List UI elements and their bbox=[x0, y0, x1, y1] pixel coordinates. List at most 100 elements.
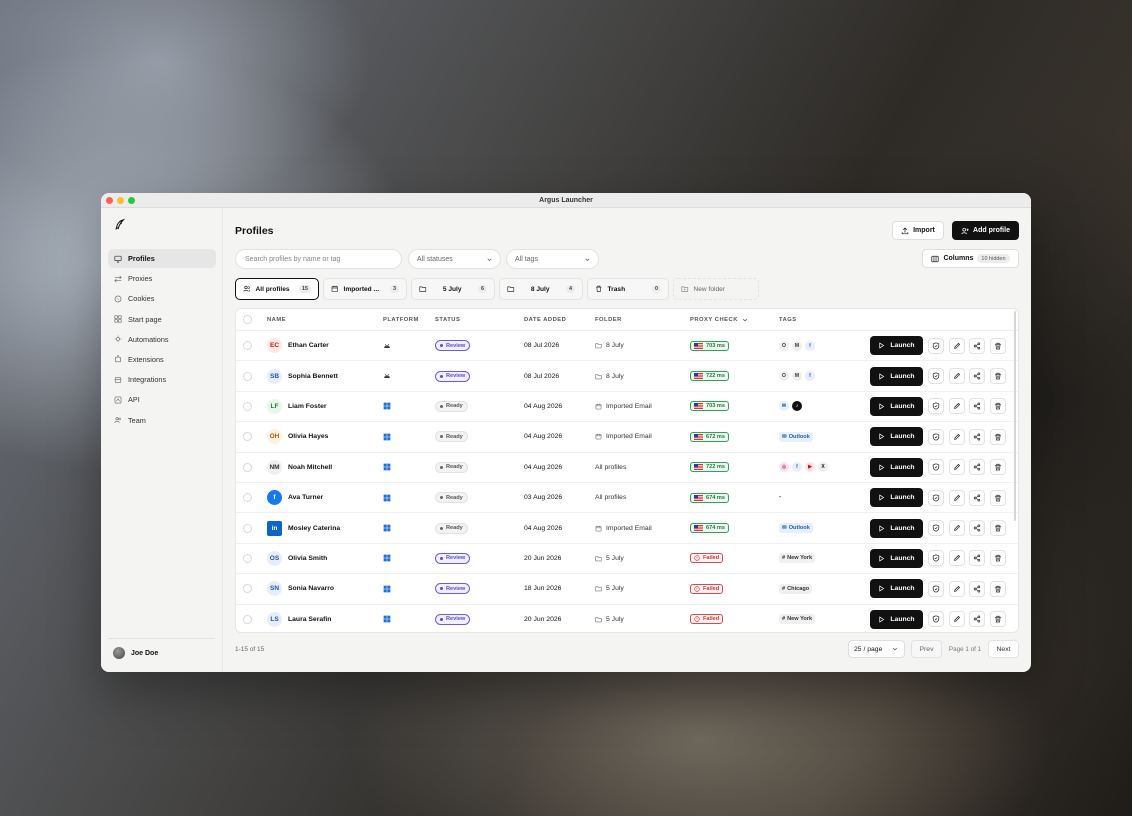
search-input[interactable]: Search profiles by name or tag bbox=[235, 249, 402, 269]
sidebar-item-automations[interactable]: Automations bbox=[108, 330, 216, 349]
table-row[interactable]: f Ava Turner Ready 03 Aug 2026 All profiles 6… bbox=[236, 483, 1018, 514]
close-window-button[interactable] bbox=[106, 197, 113, 204]
row-checkbox[interactable] bbox=[243, 544, 252, 573]
sidebar-item-proxies[interactable]: Proxies bbox=[108, 269, 216, 288]
add-profile-button[interactable]: Add profile bbox=[952, 221, 1019, 240]
folder-tab-all-profiles[interactable]: All profiles 15 bbox=[235, 278, 319, 300]
launch-button[interactable]: Launch bbox=[870, 366, 923, 386]
column-header-proxy[interactable]: PROXY CHECK bbox=[690, 309, 748, 330]
table-row[interactable]: LS Laura Serafin Review 20 Jun 2026 5 July Fa… bbox=[236, 605, 1018, 632]
delete-button[interactable] bbox=[989, 428, 1006, 445]
column-header-platform[interactable]: PLATFORM bbox=[383, 309, 419, 330]
launch-button[interactable]: Launch bbox=[870, 488, 923, 508]
table-row[interactable]: NM Noah Mitchell Ready 04 Aug 2026 All profi… bbox=[236, 453, 1018, 483]
launch-button[interactable]: Launch bbox=[870, 518, 923, 538]
delete-button[interactable] bbox=[989, 337, 1006, 354]
profile-name-cell[interactable]: LS Laura Serafin bbox=[267, 605, 331, 632]
sidebar-item-team[interactable]: Team bbox=[108, 411, 216, 430]
launch-button[interactable]: Launch bbox=[870, 336, 923, 356]
edit-button[interactable] bbox=[948, 489, 965, 506]
delete-button[interactable] bbox=[989, 368, 1006, 385]
row-checkbox[interactable] bbox=[243, 574, 252, 603]
folder-tab-imported[interactable]: Imported ... 3 bbox=[323, 278, 407, 300]
edit-button[interactable] bbox=[948, 580, 965, 597]
share-button[interactable] bbox=[969, 337, 985, 354]
launch-button[interactable]: Launch bbox=[870, 457, 923, 477]
column-header-status[interactable]: STATUS bbox=[435, 309, 460, 330]
edit-button[interactable] bbox=[948, 337, 965, 354]
fingerprint-button[interactable] bbox=[928, 550, 944, 567]
row-checkbox[interactable] bbox=[243, 331, 252, 360]
profile-name-cell[interactable]: NM Noah Mitchell bbox=[267, 453, 332, 482]
profile-name-cell[interactable]: SB Sophia Bennett bbox=[267, 361, 338, 390]
share-button[interactable] bbox=[969, 428, 985, 445]
share-button[interactable] bbox=[969, 398, 985, 415]
profile-name-cell[interactable]: OH Olivia Hayes bbox=[267, 422, 328, 451]
delete-button[interactable] bbox=[989, 398, 1006, 415]
tags-filter-select[interactable]: All tags bbox=[506, 249, 599, 269]
edit-button[interactable] bbox=[948, 398, 965, 415]
edit-button[interactable] bbox=[948, 550, 965, 567]
delete-button[interactable] bbox=[989, 611, 1006, 628]
table-row[interactable]: EC Ethan Carter Review 08 Jul 2026 8 July 703… bbox=[236, 331, 1018, 362]
row-checkbox[interactable] bbox=[243, 605, 252, 632]
column-header-name[interactable]: NAME bbox=[267, 309, 286, 330]
sidebar-item-api[interactable]: API bbox=[108, 390, 216, 409]
profile-name-cell[interactable]: EC Ethan Carter bbox=[267, 331, 329, 360]
folder-tab-8-july[interactable]: 8 July 4 bbox=[499, 278, 583, 300]
select-all-checkbox[interactable] bbox=[243, 309, 252, 330]
fingerprint-button[interactable] bbox=[928, 368, 944, 385]
table-row[interactable]: OH Olivia Hayes Ready 04 Aug 2026 Imported E… bbox=[236, 422, 1018, 453]
column-header-tags[interactable]: TAGS bbox=[779, 309, 797, 330]
edit-button[interactable] bbox=[948, 368, 965, 385]
launch-button[interactable]: Launch bbox=[870, 548, 923, 568]
table-row[interactable]: OS Olivia Smith Review 20 Jun 2026 5 July Fai… bbox=[236, 544, 1018, 575]
fingerprint-button[interactable] bbox=[928, 580, 944, 597]
folder-tab-5-july[interactable]: 5 July 6 bbox=[411, 278, 495, 300]
fingerprint-button[interactable] bbox=[928, 520, 944, 537]
maximize-window-button[interactable] bbox=[128, 197, 135, 204]
minimize-window-button[interactable] bbox=[117, 197, 124, 204]
fingerprint-button[interactable] bbox=[928, 398, 944, 415]
table-row[interactable]: SB Sophia Bennett Review 08 Jul 2026 8 July 7… bbox=[236, 361, 1018, 392]
edit-button[interactable] bbox=[948, 459, 965, 476]
profile-name-cell[interactable]: SN Sonia Navarro bbox=[267, 574, 334, 603]
columns-button[interactable]: Columns 10 hidden bbox=[922, 249, 1019, 268]
prev-page-button[interactable]: Prev bbox=[911, 640, 942, 658]
share-button[interactable] bbox=[969, 459, 985, 476]
row-checkbox[interactable] bbox=[243, 361, 252, 390]
import-button[interactable]: Import bbox=[892, 221, 944, 240]
row-checkbox[interactable] bbox=[243, 483, 252, 512]
folder-tab-trash[interactable]: Trash 0 bbox=[587, 278, 669, 300]
table-scrollbar[interactable] bbox=[1014, 311, 1016, 521]
row-checkbox[interactable] bbox=[243, 453, 252, 482]
per-page-select[interactable]: 25 / page bbox=[848, 640, 905, 658]
column-header-date[interactable]: DATE ADDED bbox=[524, 309, 566, 330]
share-button[interactable] bbox=[969, 520, 985, 537]
share-button[interactable] bbox=[969, 489, 985, 506]
sidebar-item-start-page[interactable]: Start page bbox=[108, 310, 216, 329]
profile-name-cell[interactable]: LF Liam Foster bbox=[267, 392, 327, 421]
fingerprint-button[interactable] bbox=[928, 428, 944, 445]
edit-button[interactable] bbox=[948, 520, 965, 537]
fingerprint-button[interactable] bbox=[928, 337, 944, 354]
delete-button[interactable] bbox=[989, 459, 1006, 476]
table-row[interactable]: LF Liam Foster Ready 04 Aug 2026 Imported Em… bbox=[236, 392, 1018, 423]
table-row[interactable]: in Mosley Caterina Ready 04 Aug 2026 Importe… bbox=[236, 513, 1018, 544]
row-checkbox[interactable] bbox=[243, 392, 252, 421]
edit-button[interactable] bbox=[948, 428, 965, 445]
launch-button[interactable]: Launch bbox=[870, 609, 923, 629]
profile-name-cell[interactable]: in Mosley Caterina bbox=[267, 513, 340, 542]
column-header-folder[interactable]: FOLDER bbox=[595, 309, 622, 330]
profile-name-cell[interactable]: OS Olivia Smith bbox=[267, 544, 327, 573]
user-profile[interactable]: Joe Doe bbox=[108, 638, 215, 667]
fingerprint-button[interactable] bbox=[928, 611, 944, 628]
share-button[interactable] bbox=[969, 611, 985, 628]
sidebar-item-extensions[interactable]: Extensions bbox=[108, 350, 216, 369]
table-row[interactable]: SN Sonia Navarro Review 18 Jun 2026 5 July Fa… bbox=[236, 574, 1018, 605]
delete-button[interactable] bbox=[989, 580, 1006, 597]
status-filter-select[interactable]: All statuses bbox=[408, 249, 501, 269]
sidebar-item-profiles[interactable]: Profiles bbox=[108, 249, 216, 268]
fingerprint-button[interactable] bbox=[928, 489, 944, 506]
fingerprint-button[interactable] bbox=[928, 459, 944, 476]
